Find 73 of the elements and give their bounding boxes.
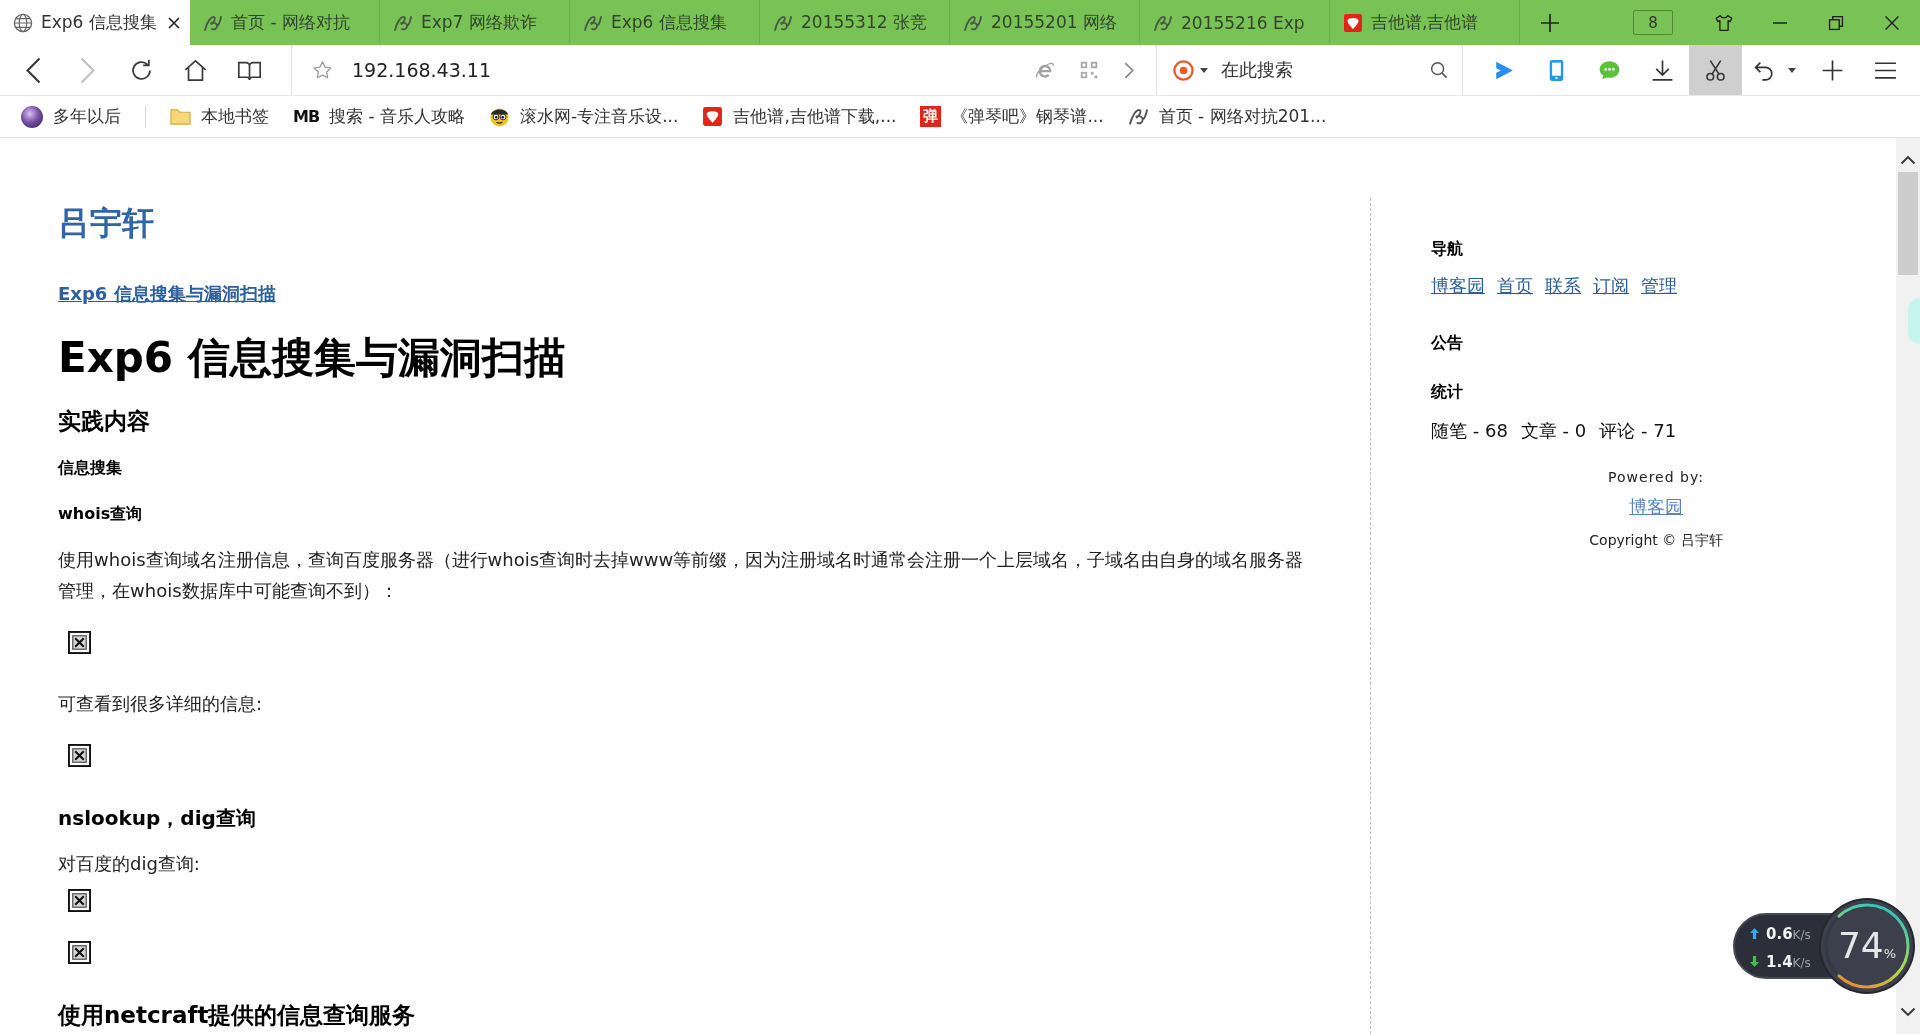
avatar-icon: [21, 105, 43, 128]
nav-link[interactable]: 管理: [1641, 273, 1677, 299]
caret-icon: [1788, 67, 1796, 73]
stat-count: 评论 - 71: [1599, 419, 1677, 443]
globe-icon: [13, 12, 33, 33]
bookmark-item[interactable]: 弹 《弹琴吧》钢琴谱...: [920, 105, 1104, 128]
nav-link[interactable]: 博客园: [1431, 273, 1485, 299]
powered-by-text: Powered by:: [1608, 468, 1704, 487]
stat-count: 随笔 - 68: [1431, 419, 1508, 443]
mascot-icon: [489, 106, 511, 127]
logo-badge: 弹: [920, 106, 942, 127]
powered-by-link[interactable]: 博客园: [1629, 495, 1683, 519]
bookmark-item[interactable]: 本地书签: [170, 105, 269, 128]
scroll-up-icon[interactable]: [1900, 155, 1916, 165]
logo-text: MB: [293, 107, 320, 126]
square-logo-icon: [702, 106, 724, 127]
swoosh-icon: [1127, 106, 1149, 127]
download-speed: 1.4K/s: [1766, 952, 1811, 971]
broken-image-icon: [68, 744, 91, 767]
browser-tab[interactable]: Exp6 信息搜集: [570, 0, 760, 45]
bookmark-item[interactable]: 滚水网-专注音乐设...: [489, 105, 679, 128]
caret-icon[interactable]: [1200, 67, 1208, 73]
close-icon[interactable]: [166, 14, 182, 31]
paragraph: 可查看到很多详细的信息:: [58, 692, 263, 716]
scrollbar-track[interactable]: [1896, 138, 1920, 1034]
broken-image-icon: [68, 941, 91, 964]
profile-button[interactable]: 多年以后: [21, 105, 121, 128]
bookmark-item[interactable]: 吉他谱,吉他谱下载,...: [702, 105, 897, 128]
section-heading: 实践内容: [58, 407, 150, 436]
address-bar[interactable]: 192.168.43.11: [291, 45, 1157, 95]
post-title: Exp6 信息搜集与漏洞扫描: [58, 332, 566, 384]
minor-heading: whois查询: [58, 503, 143, 525]
chevron-right-icon[interactable]: [1124, 61, 1134, 79]
sidebar-heading: 统计: [1431, 381, 1463, 403]
scrollbar-thumb[interactable]: [1898, 172, 1918, 275]
minor-heading: 信息搜集: [58, 457, 122, 479]
post-title-link[interactable]: Exp6 信息搜集与漏洞扫描: [58, 281, 276, 307]
search-icon[interactable]: [1428, 59, 1450, 81]
browser-tab[interactable]: Exp7 网络欺诈: [380, 0, 570, 45]
sidebar-heading: 导航: [1431, 238, 1463, 260]
browser-tab[interactable]: 20155312 张竞: [760, 0, 950, 45]
nav-link[interactable]: 联系: [1545, 273, 1581, 299]
square-logo-icon: [1343, 12, 1363, 33]
paragraph: 对百度的dig查询:: [58, 852, 200, 876]
minimize-icon[interactable]: [1772, 21, 1788, 24]
section-heading: 使用netcraft提供的信息查询服务: [58, 1001, 416, 1030]
stat-count: 文章 - 0: [1520, 419, 1587, 443]
nav-link[interactable]: 首页: [1497, 273, 1533, 299]
bookmark-item[interactable]: 首页 - 网络对抗201...: [1127, 105, 1327, 128]
broken-image-icon: [68, 889, 91, 912]
screenshot-button[interactable]: [1689, 45, 1742, 95]
sidebar-heading: 公告: [1431, 332, 1463, 354]
browser-tab[interactable]: 首页 - 网络对抗: [190, 0, 380, 45]
browser-tab[interactable]: 吉他谱,吉他谱: [1330, 0, 1520, 45]
search-engine-logo-icon[interactable]: [1172, 58, 1195, 82]
folder-icon: [170, 106, 191, 127]
download-arrow-icon: [1750, 956, 1759, 967]
copyright-text: Copyright © 吕宇轩: [1589, 531, 1723, 550]
browser-tab[interactable]: 20155201 网络: [950, 0, 1140, 45]
scroll-down-icon[interactable]: [1900, 1007, 1916, 1017]
subsection-heading: nslookup，dig查询: [58, 805, 256, 832]
nav-link[interactable]: 订阅: [1593, 273, 1629, 299]
paragraph: 使用whois查询域名注册信息，查询百度服务器（进行whois查询时去掉www等前缀，因为注册域名时通常会注册一个上层域名，子域名由自身的域名服务器管理，在whois数据库中可能查询不到）：: [58, 548, 1305, 603]
upload-arrow-icon: [1750, 928, 1759, 939]
upload-speed: 0.6K/s: [1766, 924, 1811, 943]
search-field[interactable]: 在此搜索: [1157, 45, 1463, 95]
scissors-icon: [1703, 57, 1728, 83]
tab-count-button[interactable]: 8: [1633, 10, 1673, 35]
broken-image-icon: [68, 631, 91, 654]
browser-tab[interactable]: Exp6 信息搜集: [0, 0, 190, 45]
browser-tab[interactable]: 20155216 Exp: [1140, 0, 1330, 45]
blog-title-link[interactable]: 吕宇轩: [58, 203, 154, 243]
bookmark-item[interactable]: MB 搜索 - 音乐人攻略: [293, 105, 466, 128]
